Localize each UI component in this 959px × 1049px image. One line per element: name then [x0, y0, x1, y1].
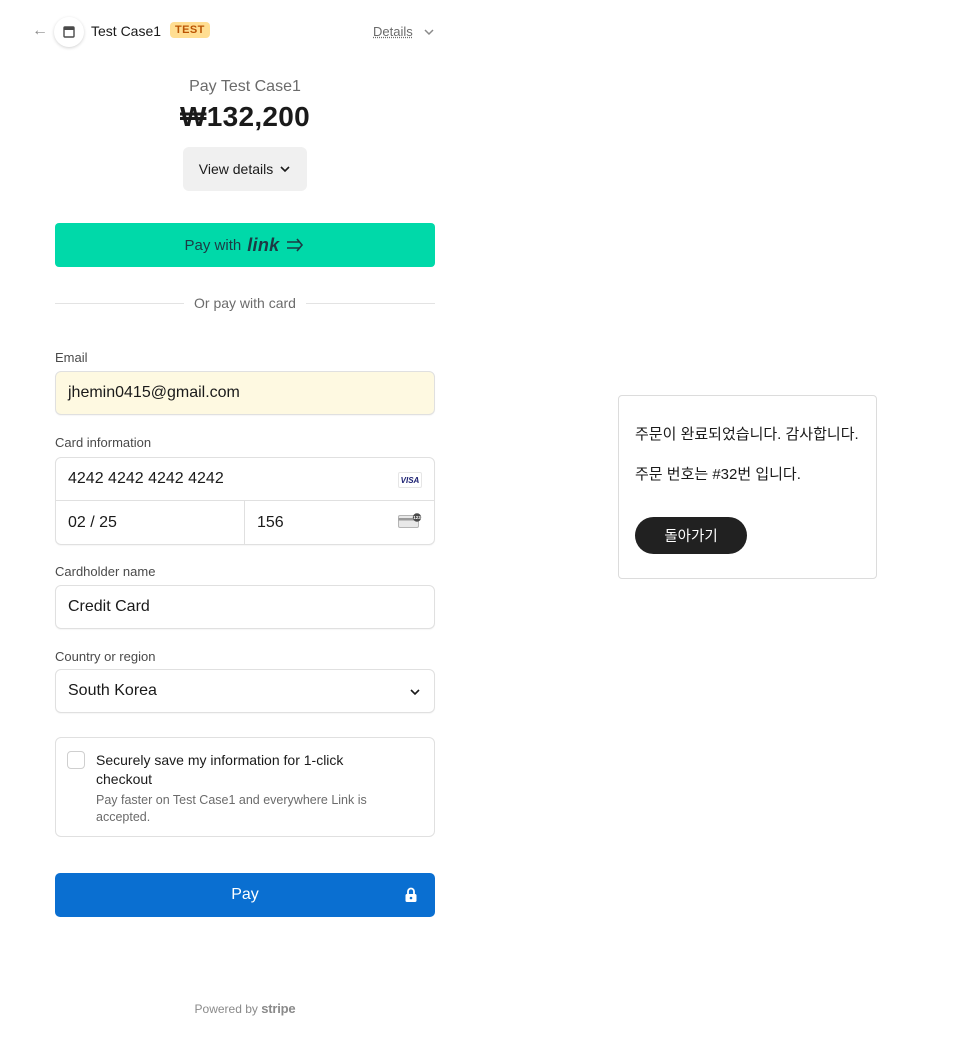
cvc-card-icon: 123	[398, 513, 421, 528]
merchant-logo	[54, 17, 84, 47]
country-value: South Korea	[68, 682, 157, 699]
card-cvc-value: 156	[257, 513, 284, 531]
email-field[interactable]: jhemin0415@gmail.com	[55, 371, 435, 415]
pay-button[interactable]: Pay	[55, 873, 435, 917]
cardholder-name-label: Cardholder name	[55, 564, 156, 579]
chevron-down-icon	[410, 689, 420, 696]
card-number-field[interactable]: 4242 4242 4242 4242 VISA	[56, 458, 434, 501]
pay-with-link-button[interactable]: Pay with link	[55, 223, 435, 267]
card-information-group: 4242 4242 4242 4242 VISA 02 / 25 156 123	[55, 457, 435, 545]
pay-label: Pay Test Case1	[189, 78, 301, 95]
chevron-down-icon	[280, 166, 290, 173]
visa-card-icon: VISA	[398, 472, 422, 488]
store-icon	[63, 26, 75, 38]
link-wordmark: link	[247, 234, 280, 255]
email-value: jhemin0415@gmail.com	[68, 384, 240, 401]
view-details-label: View details	[198, 161, 274, 177]
order-complete-message: 주문이 완료되었습니다. 감사합니다.	[635, 426, 859, 443]
lock-icon	[405, 887, 417, 902]
chevron-down-icon[interactable]	[422, 25, 436, 39]
go-back-button[interactable]: 돌아가기	[635, 517, 747, 554]
powered-by-label: Powered by	[194, 1002, 258, 1016]
or-divider: Or pay with card	[55, 295, 435, 313]
pay-button-label: Pay	[231, 886, 259, 903]
svg-text:123: 123	[413, 515, 421, 520]
order-number-message: 주문 번호는 #32번 입니다.	[635, 466, 801, 483]
cardholder-name-field[interactable]: Credit Card	[55, 585, 435, 629]
country-label: Country or region	[55, 649, 156, 664]
save-info-checkbox[interactable]	[67, 751, 85, 769]
email-label: Email	[55, 350, 88, 365]
order-complete-dialog: 주문이 완료되었습니다. 감사합니다. 주문 번호는 #32번 입니다. 돌아가…	[618, 395, 877, 579]
card-expiry-field[interactable]: 02 / 25	[56, 501, 245, 544]
checkout-header: ← Test Case1 TEST Details	[30, 16, 440, 48]
save-info-description: Pay faster on Test Case1 and everywhere …	[96, 793, 367, 824]
save-info-box: Securely save my information for 1-click…	[55, 737, 435, 837]
go-back-label: 돌아가기	[664, 529, 718, 545]
details-link[interactable]: Details	[373, 24, 413, 39]
stripe-logo: stripe	[261, 1001, 296, 1016]
card-information-label: Card information	[55, 435, 152, 450]
country-select[interactable]: South Korea	[55, 669, 435, 713]
powered-by-stripe[interactable]: Powered by stripe	[55, 1001, 435, 1016]
arrow-left-icon[interactable]: ←	[32, 22, 50, 40]
divider-line	[306, 303, 435, 304]
view-details-button[interactable]: View details	[183, 147, 307, 191]
total-amount: ₩132,200	[179, 101, 311, 132]
arrow-right-icon	[287, 238, 304, 252]
save-info-title: Securely save my information for 1-click…	[96, 752, 344, 787]
card-number-value: 4242 4242 4242 4242	[68, 470, 224, 487]
test-mode-badge: TEST	[170, 22, 210, 38]
pay-with-label: Pay with	[184, 236, 242, 254]
card-cvc-field[interactable]: 156 123	[245, 501, 434, 544]
cardholder-name-value: Credit Card	[68, 598, 150, 615]
merchant-name: Test Case1	[91, 23, 162, 39]
card-expiry-value: 02 / 25	[68, 513, 117, 531]
